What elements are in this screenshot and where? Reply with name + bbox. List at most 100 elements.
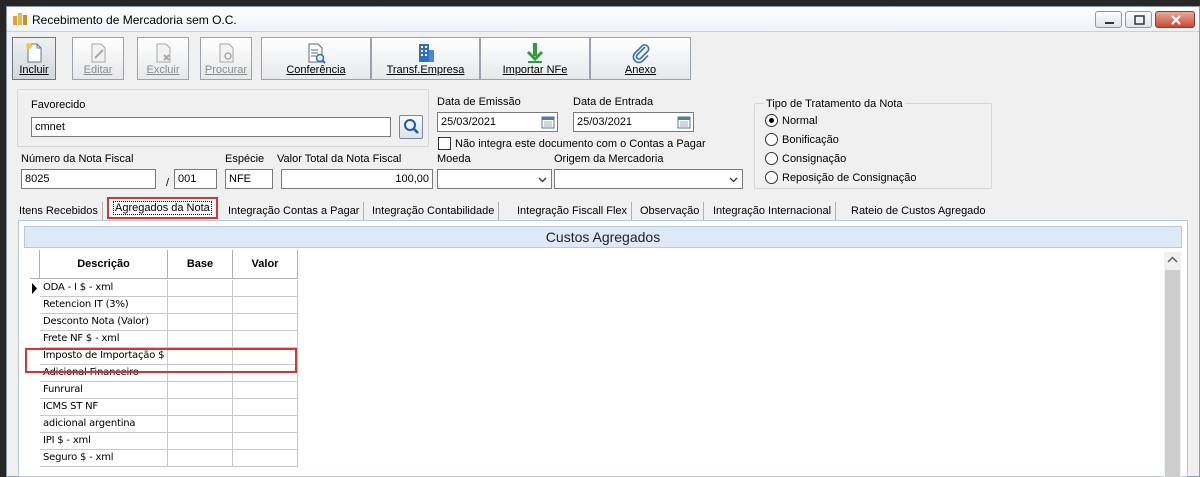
moeda-select[interactable] [437,169,552,189]
editar-button[interactable]: Editar [72,37,124,80]
serie-separator: / [166,177,170,189]
data-entrada-label: Data de Entrada [573,96,654,108]
toolbar: Incluir Editar Excluir Procurar Conferên… [12,37,691,81]
maximize-button[interactable] [1125,11,1152,28]
origem-select[interactable] [554,169,743,189]
custos-agregados-panel: Custos Agregados Descrição Base Valor OD… [18,220,1188,477]
column-header-descricao[interactable]: Descrição [40,250,168,279]
cell-descricao[interactable]: Desconto Nota (Valor) [40,314,168,331]
cell-base[interactable] [168,331,233,348]
new-document-icon [26,43,42,63]
radio-reposicao-label: Reposição de Consignação [782,172,917,184]
cell-valor[interactable] [233,280,298,297]
incluir-button[interactable]: Incluir [12,37,56,80]
tab-integracao-contas-a-pagar[interactable]: Integração Contas a Pagar [224,202,365,221]
scroll-up-icon[interactable] [1164,252,1181,268]
conferencia-label: Conferência [286,64,346,76]
valor-total-label: Valor Total da Nota Fiscal [277,153,402,165]
cell-descricao[interactable]: ICMS ST NF [40,399,168,416]
tratamento-label: Tipo de Tratamento da Nota [764,98,905,110]
tab-itens-recebidos[interactable]: Itens Recebidos [15,202,103,221]
delete-document-icon [156,43,171,63]
column-header-valor[interactable]: Valor [233,250,298,279]
tab-rateio-custos-agregado[interactable]: Rateio de Custos Agregado [847,202,990,221]
vertical-scrollbar[interactable] [1164,252,1181,477]
cell-descricao[interactable]: ODA - I $ - xml [40,280,168,297]
numero-nota-field[interactable]: 8025 [21,169,156,189]
nao-integra-checkbox[interactable] [438,137,451,150]
tab-agregados-da-nota[interactable]: Agregados da Nota [107,197,218,219]
nao-integra-label: Não integra este documento com o Contas … [455,138,706,150]
incluir-label: Incluir [19,64,49,76]
cell-valor[interactable] [233,297,298,314]
tab-observacao[interactable]: Observação [636,202,705,221]
radio-reposicao[interactable] [765,171,778,184]
cell-base[interactable] [168,297,233,314]
cell-valor[interactable] [233,314,298,331]
especie-field[interactable]: NFE [225,169,273,189]
column-header-base[interactable]: Base [168,250,233,279]
cell-base[interactable] [168,416,233,433]
excluir-button[interactable]: Excluir [137,37,189,80]
cell-valor[interactable] [233,399,298,416]
cell-base[interactable] [168,399,233,416]
radio-normal[interactable] [765,114,778,127]
minimize-icon [1105,22,1114,24]
favorecido-search-button[interactable] [399,115,423,139]
data-entrada-field[interactable]: 25/03/2021 [573,112,694,132]
cell-descricao[interactable]: Retencion IT (3%) [40,297,168,314]
cell-descricao[interactable]: Funrural [40,382,168,399]
chevron-down-icon [729,177,738,183]
procurar-button[interactable]: Procurar [200,37,252,80]
calendar-icon[interactable] [541,115,555,129]
origem-label: Origem da Mercadoria [554,153,664,165]
cell-base[interactable] [168,433,233,450]
close-button[interactable] [1155,11,1195,28]
check-document-icon [308,43,326,64]
transf-empresa-label: Transf.Empresa [386,64,465,76]
numero-nota-label: Número da Nota Fiscal [21,153,134,165]
cell-base[interactable] [168,450,233,467]
cell-valor[interactable] [233,416,298,433]
calendar-icon[interactable] [677,115,691,129]
cell-base[interactable] [168,314,233,331]
tab-integracao-contabilidade[interactable]: Integração Contabilidade [368,202,500,221]
tab-agregados-label: Agregados da Nota [113,201,212,215]
chevron-down-icon [538,177,547,183]
data-emissao-label: Data de Emissão [437,96,521,108]
scrollbar-thumb[interactable] [1165,270,1180,477]
cell-base[interactable] [168,382,233,399]
cell-valor[interactable] [233,433,298,450]
cell-base[interactable] [168,280,233,297]
title-bar[interactable]: Recebimento de Mercadoria sem O.C. [7,7,1199,32]
importar-nfe-button[interactable]: Importar NFe [480,37,590,80]
cell-descricao[interactable]: Seguro $ - xml [40,450,168,467]
cell-valor[interactable] [233,382,298,399]
serie-field[interactable]: 001 [174,169,217,189]
transf-empresa-button[interactable]: Transf.Empresa [371,37,480,80]
especie-label: Espécie [225,153,265,165]
excluir-label: Excluir [146,64,180,76]
cell-descricao[interactable]: Frete NF $ - xml [40,331,168,348]
cell-valor[interactable] [233,331,298,348]
radio-consignacao-label: Consignação [782,153,847,165]
minimize-button[interactable] [1095,11,1122,28]
data-entrada-value: 25/03/2021 [577,116,633,128]
data-emissao-field[interactable]: 25/03/2021 [437,112,558,132]
panel-title: Custos Agregados [24,226,1182,248]
anexo-button[interactable]: Anexo [590,37,691,80]
moeda-label: Moeda [437,153,471,165]
cell-descricao[interactable]: adicional argentina [40,416,168,433]
radio-consignacao[interactable] [765,152,778,165]
tab-integracao-internacional[interactable]: Integração Internacional [709,202,837,221]
conferencia-button[interactable]: Conferência [261,37,371,80]
cell-valor[interactable] [233,450,298,467]
tab-integracao-fiscall-flex[interactable]: Integração Fiscall Flex [513,202,633,221]
building-icon [418,44,434,62]
favorecido-field[interactable]: cmnet [31,117,391,137]
valor-total-field[interactable]: 100,00 [281,169,433,189]
importar-nfe-label: Importar NFe [502,64,568,76]
main-window: Recebimento de Mercadoria sem O.C. Inclu… [6,6,1200,477]
radio-bonificacao[interactable] [765,133,778,146]
cell-descricao[interactable]: IPI $ - xml [40,433,168,450]
